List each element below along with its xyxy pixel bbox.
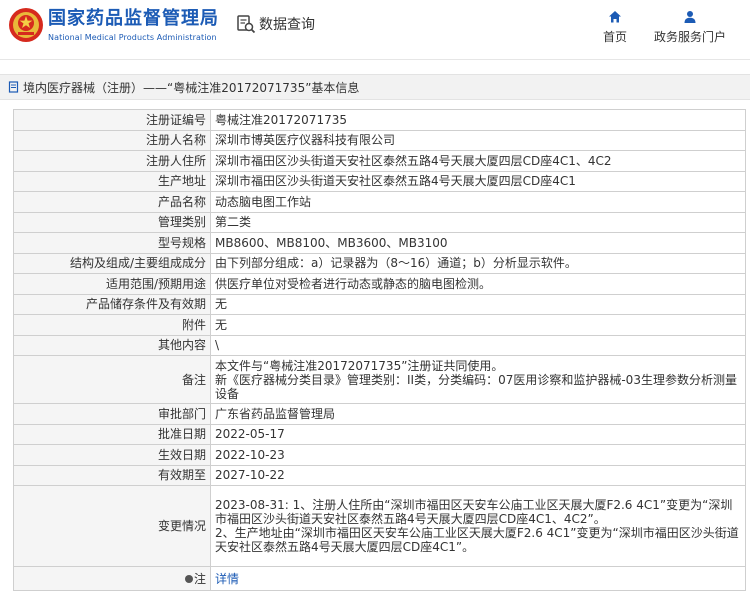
nav-home[interactable]: 首页: [600, 10, 630, 45]
row-value: 供医疗单位对受检者进行动态或静态的脑电图检测。: [210, 273, 746, 295]
change-line-1: 2023-08-31: 1、注册人住所由“深圳市福田区天安车公庙工业区天展大厦F…: [215, 498, 733, 526]
row-value: 深圳市福田区沙头街道天安社区泰然五路4号天展大厦四层CD座4C1、4C2: [210, 150, 746, 172]
table-row: 注册人住所 深圳市福田区沙头街道天安社区泰然五路4号天展大厦四层CD座4C1、4C…: [13, 150, 746, 172]
row-label: 注册人住所: [13, 150, 211, 172]
table-row: 其他内容 \: [13, 334, 746, 356]
table-row: 注册人名称 深圳市博英医疗仪器科技有限公司: [13, 129, 746, 151]
row-label: 变更情况: [13, 485, 211, 567]
table-row: 变更情况 2023-08-31: 1、注册人住所由“深圳市福田区天安车公庙工业区…: [13, 485, 746, 567]
details-link[interactable]: 详情: [215, 572, 239, 586]
row-label: 批准日期: [13, 423, 211, 445]
table-row: 有效期至 2027-10-22: [13, 464, 746, 486]
row-value: 2027-10-22: [210, 464, 746, 486]
remark-line-1: 本文件与“粤械注准20172071735”注册证共同使用。: [215, 358, 504, 373]
bullet-icon: [184, 574, 193, 583]
breadcrumb: 境内医疗器械（注册）——“粤械注准20172071735”基本信息: [0, 74, 750, 100]
table-row: 管理类别 第二类: [13, 211, 746, 233]
row-value: 动态脑电图工作站: [210, 191, 746, 213]
row-label: 产品名称: [13, 191, 211, 213]
change-line-2: 2、生产地址由“深圳市福田区天安车公庙工业区天展大厦F2.6 4C1”变更为“深…: [215, 526, 739, 554]
row-value: 深圳市福田区沙头街道天安社区泰然五路4号天展大厦四层CD座4C1: [210, 170, 746, 192]
document-icon: [8, 81, 19, 93]
row-label: 生效日期: [13, 444, 211, 466]
note-label: 注: [193, 571, 206, 586]
table-row: 生产地址 深圳市福田区沙头街道天安社区泰然五路4号天展大厦四层CD座4C1: [13, 170, 746, 192]
row-label: 产品储存条件及有效期: [13, 293, 211, 315]
row-label: 注册人名称: [13, 129, 211, 151]
data-query-link[interactable]: 数据查询: [236, 14, 315, 34]
row-value: 2022-10-23: [210, 444, 746, 466]
search-document-icon: [237, 15, 256, 34]
row-value: 由下列部分组成：a）记录器为（8～16）通道；b）分析显示软件。: [210, 252, 746, 274]
table-row: 审批部门 广东省药品监督管理局: [13, 403, 746, 425]
site-header: 国家药品监督管理局 National Medical Products Admi…: [0, 0, 750, 60]
row-value: 广东省药品监督管理局: [210, 403, 746, 425]
row-label: 型号规格: [13, 232, 211, 254]
row-value: 无: [210, 293, 746, 315]
nav-service-portal[interactable]: 政务服务门户: [652, 10, 728, 45]
user-icon: [684, 11, 696, 23]
table-row: 附件无: [13, 314, 746, 336]
table-row: 型号规格 MB8600、MB8100、MB3600、MB3100: [13, 232, 746, 254]
table-row: 批准日期 2022-05-17: [13, 423, 746, 445]
row-label: 附件: [13, 314, 211, 336]
table-row: 备注 本文件与“粤械注准20172071735”注册证共同使用。 新《医疗器械分…: [13, 355, 746, 404]
detail-table: 注册证编号 粤械注准20172071735 注册人名称 深圳市博英医疗仪器科技有限公…: [13, 109, 746, 591]
brand-subtitle: National Medical Products Administration: [48, 33, 217, 42]
row-value: 无: [210, 314, 746, 336]
remark-line-2: 新《医疗器械分类目录》管理类别：II类，分类编码：07医用诊察和监护器械-03生…: [215, 372, 737, 401]
row-value: 2023-08-31: 1、注册人住所由“深圳市福田区天安车公庙工业区天展大厦F…: [210, 485, 746, 567]
row-value: 第二类: [210, 211, 746, 233]
home-icon: [609, 11, 621, 23]
national-emblem-icon: [9, 8, 43, 42]
row-label: 管理类别: [13, 211, 211, 233]
table-row: 适用范围/预期用途 供医疗单位对受检者进行动态或静态的脑电图检测。: [13, 273, 746, 295]
row-label: 注册证编号: [13, 109, 211, 131]
row-label: 备注: [13, 355, 211, 404]
row-label: 结构及组成/主要组成成分: [13, 252, 211, 274]
table-row: 注册证编号 粤械注准20172071735: [13, 109, 746, 131]
table-row: 产品储存条件及有效期无: [13, 293, 746, 315]
row-value: 2022-05-17: [210, 423, 746, 445]
table-row: 产品名称 动态脑电图工作站: [13, 191, 746, 213]
table-row: 生效日期 2022-10-23: [13, 444, 746, 466]
nav-service-label: 政务服务门户: [653, 30, 726, 44]
row-value: 深圳市博英医疗仪器科技有限公司: [210, 129, 746, 151]
breadcrumb-text: 境内医疗器械（注册）——“粤械注准20172071735”基本信息: [23, 80, 360, 95]
brand-title: 国家药品监督管理局: [48, 8, 219, 29]
row-value: 详情: [210, 566, 746, 591]
row-value: MB8600、MB8100、MB3600、MB3100: [210, 232, 746, 254]
row-value: 粤械注准20172071735: [210, 109, 746, 131]
row-value: 本文件与“粤械注准20172071735”注册证共同使用。 新《医疗器械分类目录…: [210, 355, 746, 404]
row-label: 适用范围/预期用途: [13, 273, 211, 295]
table-row: 结构及组成/主要组成成分 由下列部分组成：a）记录器为（8～16）通道；b）分析显…: [13, 252, 746, 274]
data-query-label: 数据查询: [259, 17, 315, 33]
table-row: 注 详情: [13, 566, 746, 591]
row-label: 注: [13, 566, 211, 591]
nav-home-label: 首页: [602, 30, 627, 44]
row-value: \: [210, 334, 746, 356]
row-label: 其他内容: [13, 334, 211, 356]
brand[interactable]: 国家药品监督管理局 National Medical Products Admi…: [48, 8, 219, 44]
row-label: 生产地址: [13, 170, 211, 192]
row-label: 审批部门: [13, 403, 211, 425]
row-label: 有效期至: [13, 464, 211, 486]
